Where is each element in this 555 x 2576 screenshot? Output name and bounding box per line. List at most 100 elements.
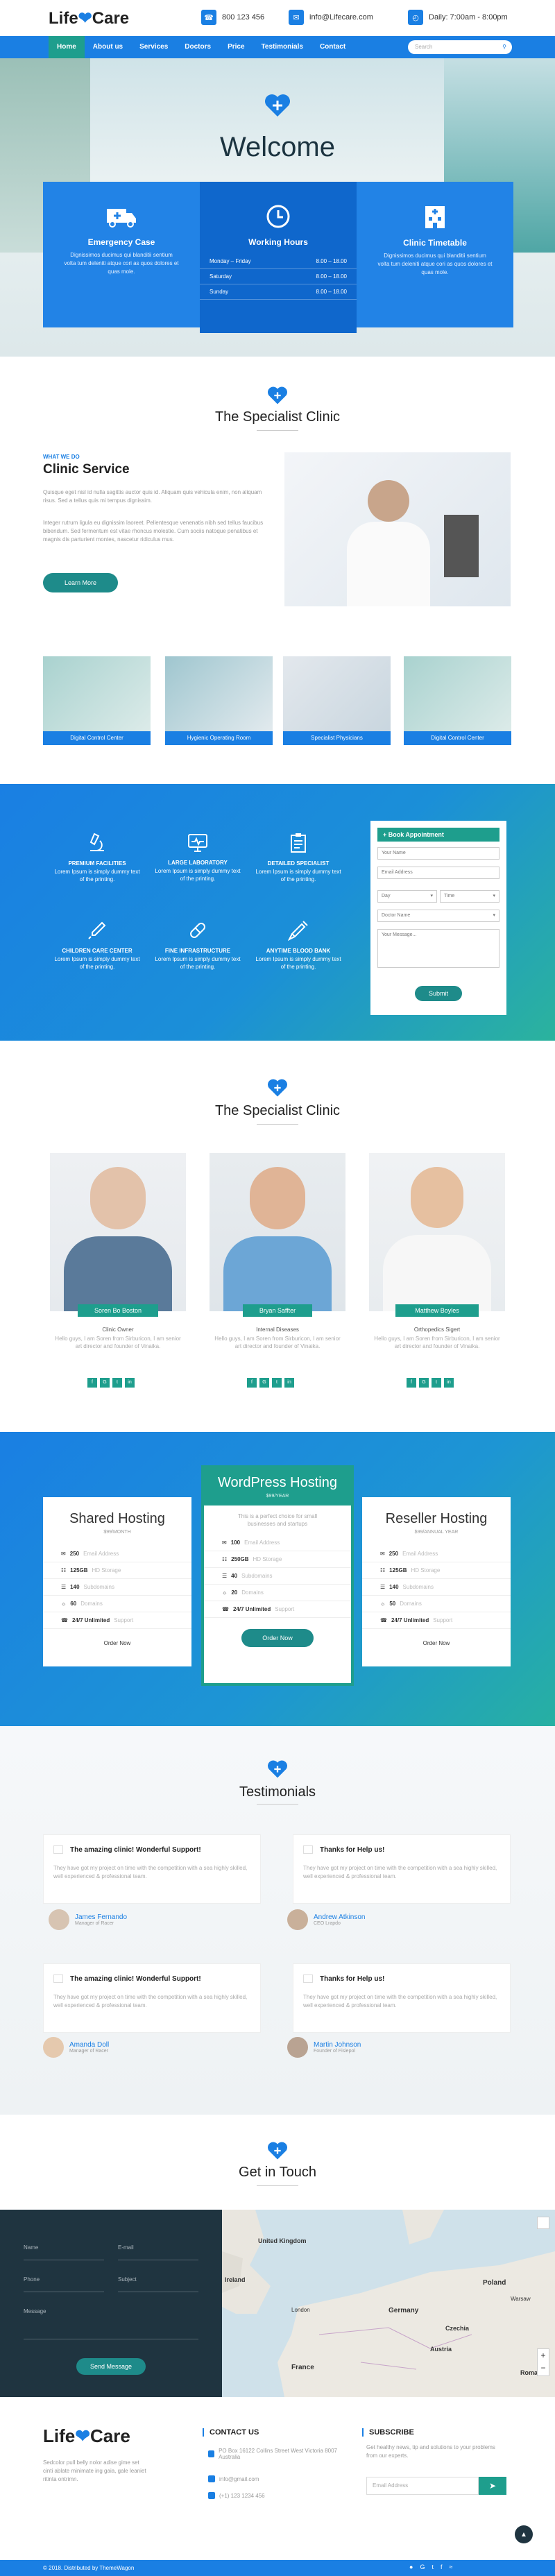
what-we-do-label: WHAT WE DO <box>43 454 80 460</box>
testimonial-author: Amanda Doll Manager of Racer <box>43 2037 109 2058</box>
subscribe-email-input[interactable]: Email Address <box>366 2477 479 2495</box>
back-to-top-button[interactable]: ▲ <box>515 2525 533 2543</box>
plan-features: ✉ 100 Email Address ☷ 250GB HD Storage ☰ 40 Su… <box>204 1535 351 1618</box>
zoom-controls[interactable]: + − <box>537 2348 549 2376</box>
message-field[interactable]: Your Message... <box>377 929 500 968</box>
order-now-link[interactable]: Order Now <box>362 1640 511 1646</box>
doctor-role: Clinic Owner <box>102 1327 134 1333</box>
divider <box>257 2185 298 2186</box>
phone-icon <box>208 2492 215 2499</box>
nav-doctors[interactable]: Doctors <box>176 36 219 58</box>
timetable-card: Clinic Timetable Dignissimos ducimus qui… <box>357 182 513 327</box>
doctor-desc: Hello guys, I am Soren from Sirburicon, … <box>214 1336 341 1349</box>
heart-logo-icon: ❤ <box>78 9 92 28</box>
pricing-plan-featured: WordPress Hosting $99/YEAR This is a per… <box>201 1465 354 1686</box>
doctor-desc: Hello guys, I am Soren from Sirburicon, … <box>55 1336 181 1349</box>
doctor-select[interactable]: Doctor Name ▾ <box>377 910 500 922</box>
google-icon[interactable]: G <box>259 1378 269 1388</box>
hours-row: Monday – Friday 8.00 – 18.00 <box>200 254 357 269</box>
nav-testimonials[interactable]: Testimonials <box>253 36 311 58</box>
twitter-icon[interactable]: t <box>112 1378 122 1388</box>
nav-contact[interactable]: Contact <box>311 36 354 58</box>
doctor-photo <box>50 1153 186 1311</box>
search-icon[interactable]: ⚲ <box>502 40 506 54</box>
feature-item: FINE INFRASTRUCTURE Lorem Ipsum is simpl… <box>153 920 243 971</box>
facebook-icon[interactable]: f <box>87 1378 97 1388</box>
email-field[interactable]: Email Address <box>377 867 500 879</box>
support-icon: ☎ <box>222 1606 229 1612</box>
bottom-bar: © 2018. Distributed by ThemeWagon ● Gt f ≈ <box>0 2560 555 2576</box>
thumb-label: Hygienic Operating Room <box>165 731 273 745</box>
twitter-icon[interactable]: t <box>432 2564 434 2570</box>
hours-row: Sunday 8.00 – 18.00 <box>200 284 357 300</box>
time-select[interactable]: Time ▾ <box>440 890 500 903</box>
location-icon <box>208 2450 215 2457</box>
zoom-in-icon[interactable]: + <box>540 2351 545 2360</box>
footer-email[interactable]: info@gmail.com <box>208 2475 259 2482</box>
phone-label: Phone <box>24 2276 40 2283</box>
thumb-card[interactable]: Hygienic Operating Room <box>165 656 273 745</box>
nav-about[interactable]: About us <box>85 36 131 58</box>
appointment-form: + Book Appointment Your Name Email Addre… <box>370 821 506 1015</box>
day-select[interactable]: Day ▾ <box>377 890 437 903</box>
email-label: E-mail <box>118 2244 134 2251</box>
google-icon[interactable]: G <box>419 1378 429 1388</box>
footer-logo[interactable]: Life❤Care <box>43 2425 130 2447</box>
map[interactable]: United Kingdom Ireland Poland Germany Cz… <box>222 2210 555 2397</box>
google-icon[interactable]: G <box>420 2564 425 2570</box>
doctor-name: Soren Bo Boston <box>78 1304 158 1317</box>
heart-icon <box>266 1078 289 1098</box>
ambulance-icon <box>104 203 139 230</box>
map-label: Poland <box>483 2279 506 2287</box>
subdomain-icon: ☰ <box>380 1584 386 1590</box>
hours-title: Working Hours <box>248 237 308 247</box>
quote-icon <box>53 1974 63 1983</box>
quote-icon <box>303 1974 313 1983</box>
phone-info: ☎ 800 123 456 <box>201 10 264 25</box>
nav-price[interactable]: Price <box>219 36 253 58</box>
send-message-button[interactable]: Send Message <box>76 2358 146 2375</box>
logo[interactable]: Life❤Care <box>49 8 129 28</box>
dribbble-icon[interactable]: ● <box>409 2564 413 2570</box>
facebook-icon[interactable]: f <box>407 1378 416 1388</box>
linkedin-icon[interactable]: in <box>125 1378 135 1388</box>
linkedin-icon[interactable]: in <box>444 1378 454 1388</box>
nav-home[interactable]: Home <box>49 36 85 58</box>
thumb-card[interactable]: Specialist Physicians <box>283 656 391 745</box>
plan-features: ✉ 250 Email Address ☷ 125GB HD Storage ☰ 140 S… <box>43 1546 191 1629</box>
hero-section: Welcome Emergency Case Dignissimos ducim… <box>0 58 555 357</box>
testimonial-author: James Fernando Manager of Racer <box>49 1909 127 1930</box>
linkedin-icon[interactable]: in <box>284 1378 294 1388</box>
section-title: Get in Touch <box>239 2165 316 2180</box>
zoom-out-icon[interactable]: − <box>540 2363 545 2373</box>
working-hours-card: Working Hours Monday – Friday 8.00 – 18.0… <box>200 182 357 333</box>
fullscreen-icon[interactable] <box>537 2217 549 2229</box>
clinic-service-heading: Clinic Service <box>43 462 130 477</box>
thumb-label: Specialist Physicians <box>283 731 391 745</box>
twitter-icon[interactable]: t <box>432 1378 441 1388</box>
order-now-button[interactable]: Order Now <box>241 1629 314 1647</box>
plan-header: WordPress Hosting $99/YEAR <box>201 1465 354 1505</box>
thumb-card[interactable]: Digital Control Center <box>404 656 511 745</box>
nav-services[interactable]: Services <box>131 36 176 58</box>
plan-name: WordPress Hosting <box>218 1475 337 1490</box>
hero-title: Welcome <box>220 132 335 162</box>
google-icon[interactable]: G <box>100 1378 110 1388</box>
subject-label: Subject <box>118 2276 137 2283</box>
name-field[interactable]: Your Name <box>377 847 500 860</box>
globe-icon: ☼ <box>61 1601 67 1607</box>
twitter-icon[interactable]: t <box>272 1378 282 1388</box>
facebook-icon[interactable]: f <box>441 2564 443 2570</box>
order-now-link[interactable]: Order Now <box>43 1640 191 1646</box>
submit-button[interactable]: Submit <box>415 986 462 1001</box>
chevron-down-icon: ▾ <box>493 894 495 898</box>
doctor-role: Internal Diseases <box>256 1327 299 1333</box>
send-icon[interactable]: ➤ <box>479 2477 506 2495</box>
search-input[interactable]: Search ⚲ <box>408 40 512 54</box>
learn-more-button[interactable]: Learn More <box>43 573 118 592</box>
thumb-card[interactable]: Digital Control Center <box>43 656 151 745</box>
subdomain-icon: ☰ <box>222 1573 228 1579</box>
facebook-icon[interactable]: f <box>247 1378 257 1388</box>
rss-icon[interactable]: ≈ <box>449 2564 452 2570</box>
hospital-icon <box>421 203 449 230</box>
